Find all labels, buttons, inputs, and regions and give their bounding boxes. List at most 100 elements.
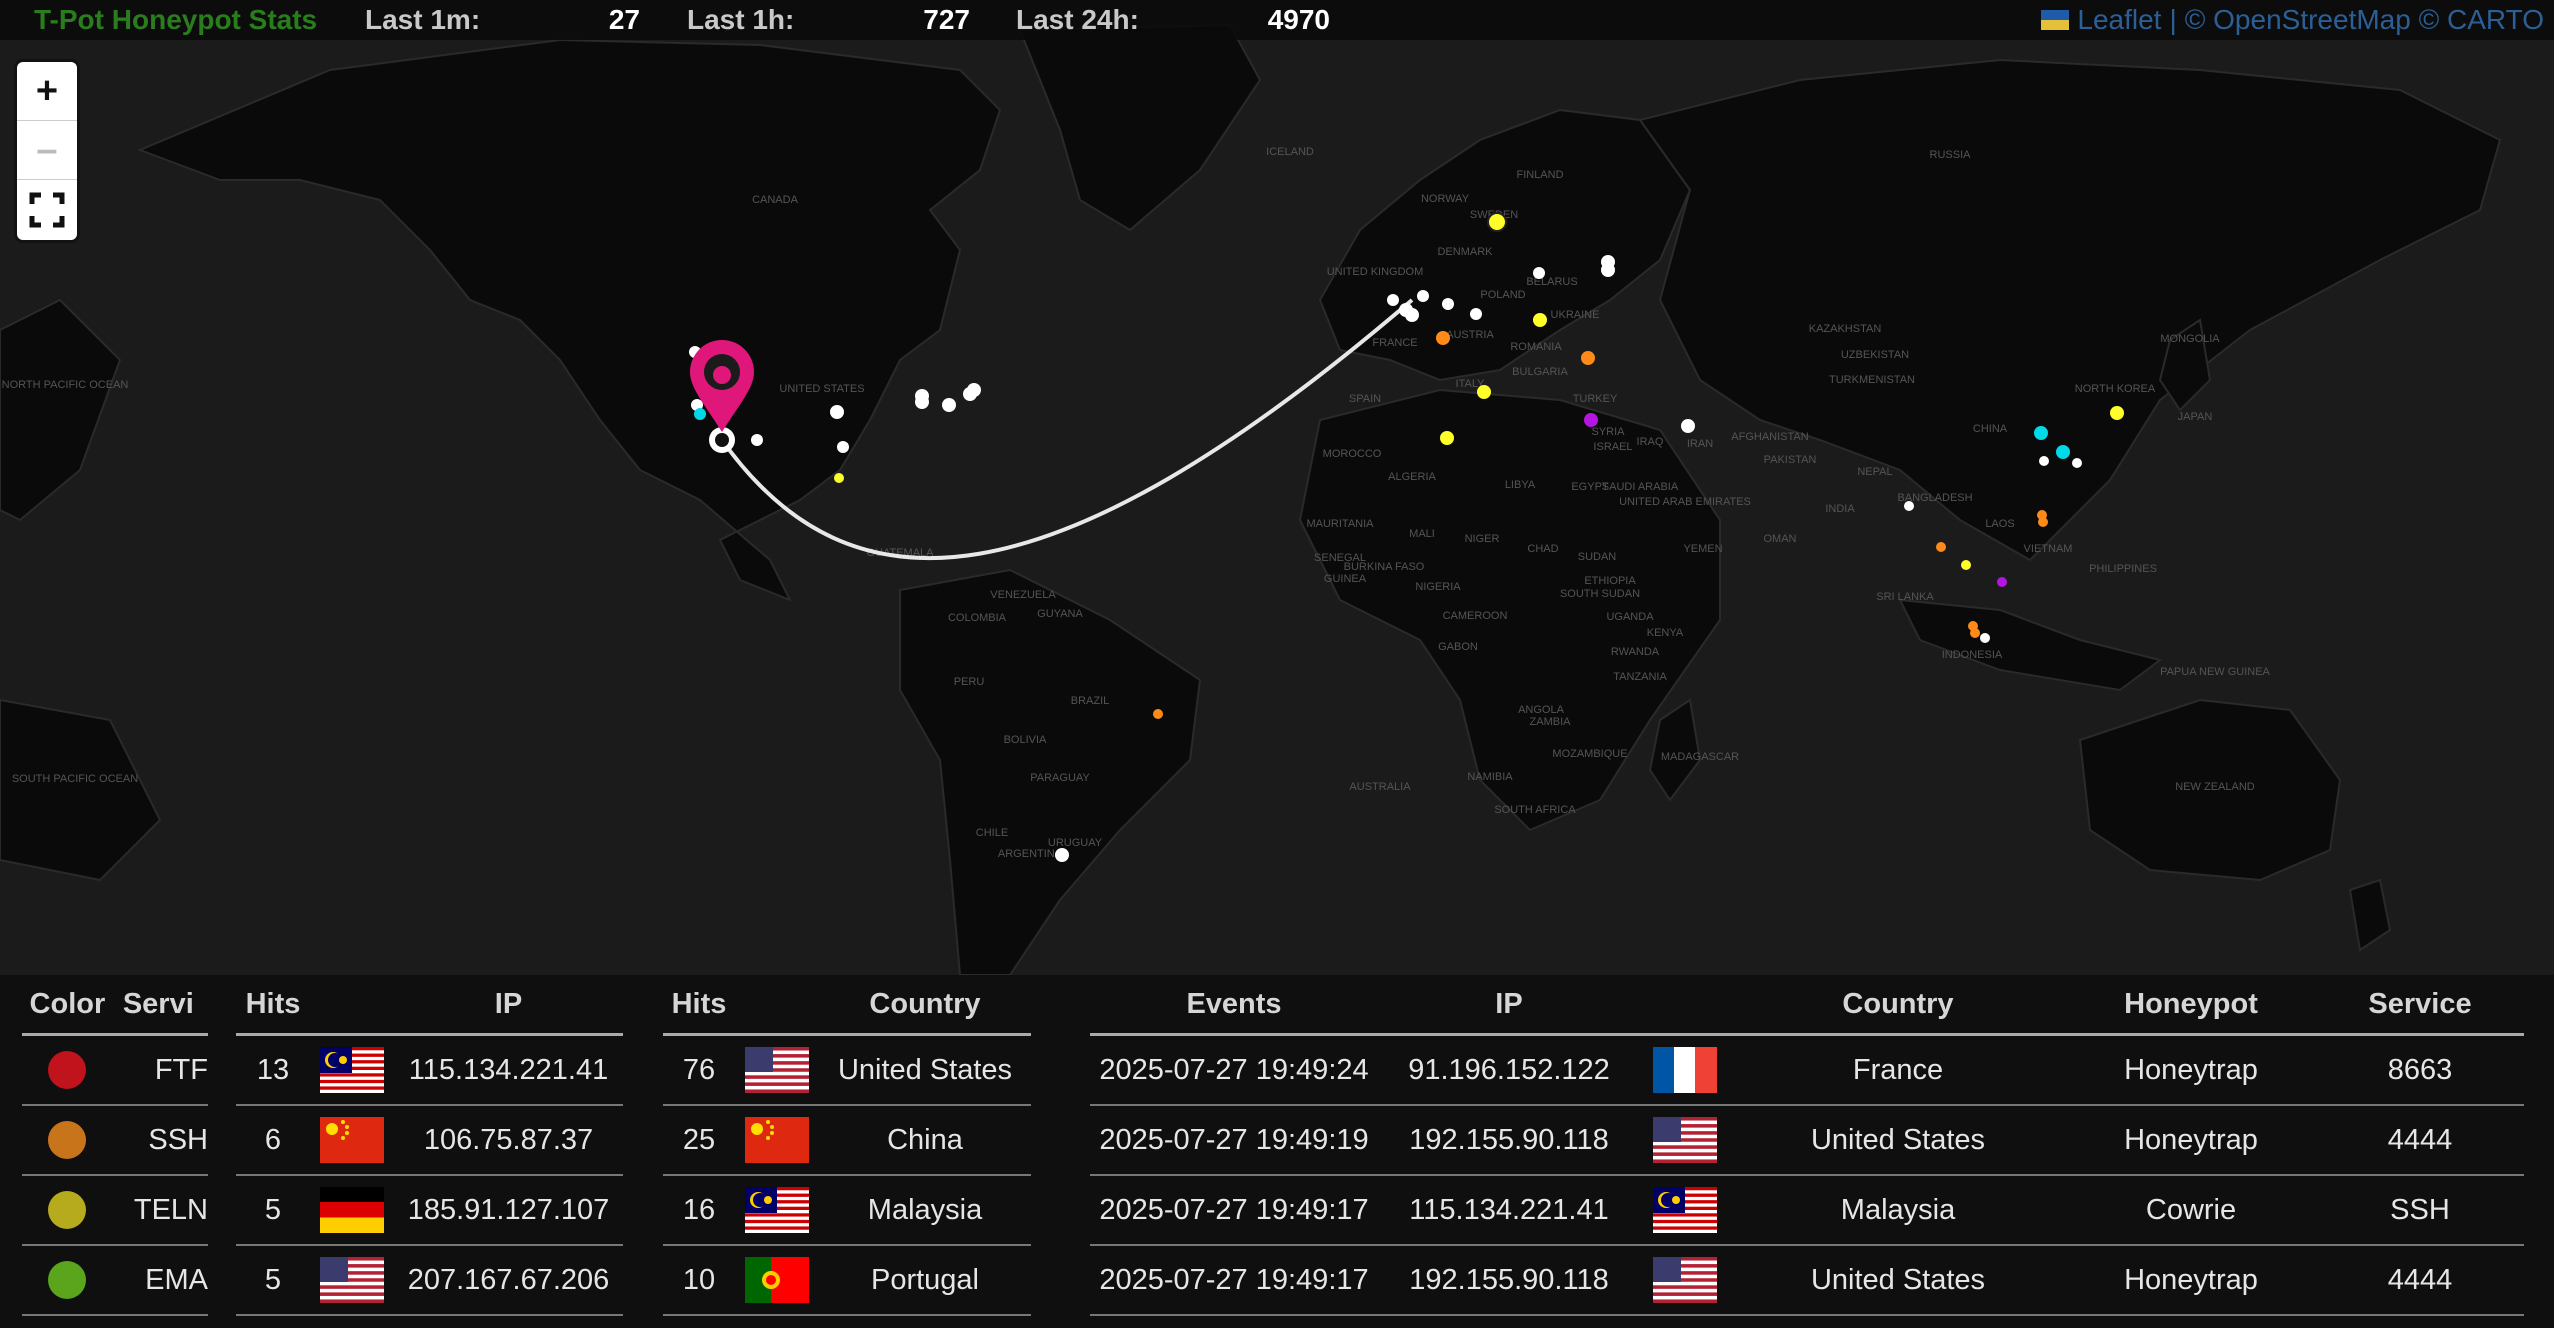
country-label: UNITED KINGDOM [1327, 266, 1424, 278]
country-label: NEW ZEALAND [2175, 781, 2255, 793]
ip-row: 5 185.91.127.107 [236, 1175, 623, 1246]
country-label: AUSTRIA [1446, 329, 1494, 341]
country-label: TANZANIA [1613, 671, 1667, 683]
malaysia-flag-icon [320, 1047, 384, 1093]
country-label: IRAQ [1637, 436, 1664, 448]
country-label: TURKMENISTAN [1829, 374, 1915, 386]
country-label: GUINEA [1324, 573, 1367, 585]
country-label: LAOS [1985, 518, 2014, 530]
country-label: SOUTH AFRICA [1494, 804, 1576, 816]
event-time: 2025-07-27 19:49:17 [1090, 1245, 1378, 1316]
country-label: KENYA [1647, 627, 1684, 639]
country-row: 25 China [663, 1105, 1031, 1176]
event-row: 2025-07-27 19:49:17 115.134.221.41 Malaysi… [1090, 1175, 2524, 1246]
country-label: TURKEY [1573, 393, 1618, 405]
service-color-dot [48, 1261, 87, 1299]
event-ip: 192.155.90.118 [1378, 1245, 1640, 1316]
map-canvas[interactable]: CANADAICELANDNORWAYSWEDENFINLANDRUSSIAUN… [0, 0, 2554, 975]
country-label: POLAND [1480, 289, 1525, 301]
country-label: BOLIVIA [1004, 734, 1047, 746]
country-label: SYRIA [1591, 426, 1625, 438]
event-honeypot: Honeytrap [2066, 1034, 2316, 1106]
country-label: URUGUAY [1048, 837, 1103, 849]
country-label: PAKISTAN [1764, 454, 1817, 466]
country-label: ALGERIA [1388, 471, 1436, 483]
country-label: CANADA [752, 194, 799, 206]
events-header-service: Service [2316, 975, 2524, 1036]
countries-header-country: Country [819, 975, 1031, 1036]
attribution-separator: | [2169, 4, 2177, 35]
ip-row: 5 207.167.67.206 [236, 1245, 623, 1316]
country-label: ZAMBIA [1530, 716, 1572, 728]
country-label: MOZAMBIQUE [1552, 748, 1627, 760]
country-label: NIGERIA [1415, 581, 1461, 593]
event-honeypot: Honeytrap [2066, 1105, 2316, 1176]
france-flag-icon [1653, 1047, 1717, 1093]
stat-label-1m: Last 1m: [365, 4, 481, 35]
country-label: INDONESIA [1942, 649, 2003, 661]
ip-hits: 5 [236, 1175, 310, 1246]
zoom-control: + – [17, 62, 77, 240]
country-hits: 25 [663, 1105, 735, 1176]
country-label: GUYANA [1037, 608, 1083, 620]
zoom-out-button[interactable]: – [17, 121, 77, 180]
country-label: ANGOLA [1518, 704, 1565, 716]
events-header-ip: IP [1378, 975, 1640, 1036]
country-label: IRAN [1687, 438, 1713, 450]
event-country: United States [1730, 1245, 2066, 1316]
event-ip: 192.155.90.118 [1378, 1105, 1640, 1176]
osm-carto-link[interactable]: © OpenStreetMap © CARTO [2185, 3, 2544, 37]
ip-hits: 5 [236, 1245, 310, 1316]
stat-label-24h: Last 24h: [1016, 4, 1139, 35]
stat-label-1h: Last 1h: [687, 4, 795, 35]
country-label: ROMANIA [1510, 341, 1562, 353]
map-attribution: Leaflet | © OpenStreetMap © CARTO [2041, 3, 2544, 37]
country-label: NIGER [1465, 533, 1500, 545]
stat-value-1m: 27 [608, 4, 640, 35]
country-label: NORTH PACIFIC OCEAN [2, 379, 129, 391]
country-label: CHINA [1973, 423, 2008, 435]
event-time: 2025-07-27 19:49:19 [1090, 1105, 1378, 1176]
country-hits: 76 [663, 1034, 735, 1106]
country-label: YEMEN [1683, 543, 1722, 555]
country-label: PERU [954, 676, 985, 688]
country-label: ETHIOPIA [1584, 575, 1636, 587]
china-flag-icon [320, 1117, 384, 1163]
country-label: ARGENTINA [998, 848, 1063, 860]
event-service: 4444 [2316, 1105, 2524, 1176]
portugal-flag-icon [745, 1257, 809, 1303]
country-label: VENEZUELA [990, 589, 1056, 601]
country-label: KAZAKHSTAN [1809, 323, 1882, 335]
country-label: NORTH KOREA [2075, 383, 2156, 395]
service-color-dot [48, 1051, 87, 1089]
country-label: PHILIPPINES [2089, 563, 2157, 575]
country-label: UNITED STATES [779, 383, 864, 395]
service-color-dot [48, 1191, 87, 1229]
country-label: VIETNAM [2024, 543, 2073, 555]
events-header-honeypot: Honeypot [2066, 975, 2316, 1036]
fullscreen-button[interactable] [17, 180, 77, 240]
country-label: NAMIBIA [1467, 771, 1513, 783]
event-row: 2025-07-27 19:49:19 192.155.90.118 United … [1090, 1105, 2524, 1176]
legend-service-label: SSH [112, 1105, 208, 1176]
country-label: RUSSIA [1930, 149, 1972, 161]
country-label: GABON [1438, 641, 1478, 653]
country-label: SRI LANKA [1876, 591, 1934, 603]
leaflet-link[interactable]: Leaflet [2077, 3, 2161, 37]
ip-address: 106.75.87.37 [394, 1105, 623, 1176]
ip-address: 207.167.67.206 [394, 1245, 623, 1316]
country-hits: 16 [663, 1175, 735, 1246]
zoom-in-button[interactable]: + [17, 62, 77, 121]
ip-row: 13 115.134.221.41 [236, 1034, 623, 1106]
fullscreen-icon [29, 192, 65, 228]
event-service: 4444 [2316, 1245, 2524, 1316]
country-hits: 10 [663, 1245, 735, 1316]
ip-address: 185.91.127.107 [394, 1175, 623, 1246]
event-honeypot: Honeytrap [2066, 1245, 2316, 1316]
events-table: Events IP Country Honeypot Service 2025-… [1090, 975, 2524, 1316]
country-label: PAPUA NEW GUINEA [2160, 666, 2270, 678]
country-label: CHAD [1527, 543, 1558, 555]
event-country: United States [1730, 1105, 2066, 1176]
country-label: CHILE [976, 827, 1008, 839]
country-name: United States [819, 1034, 1031, 1106]
